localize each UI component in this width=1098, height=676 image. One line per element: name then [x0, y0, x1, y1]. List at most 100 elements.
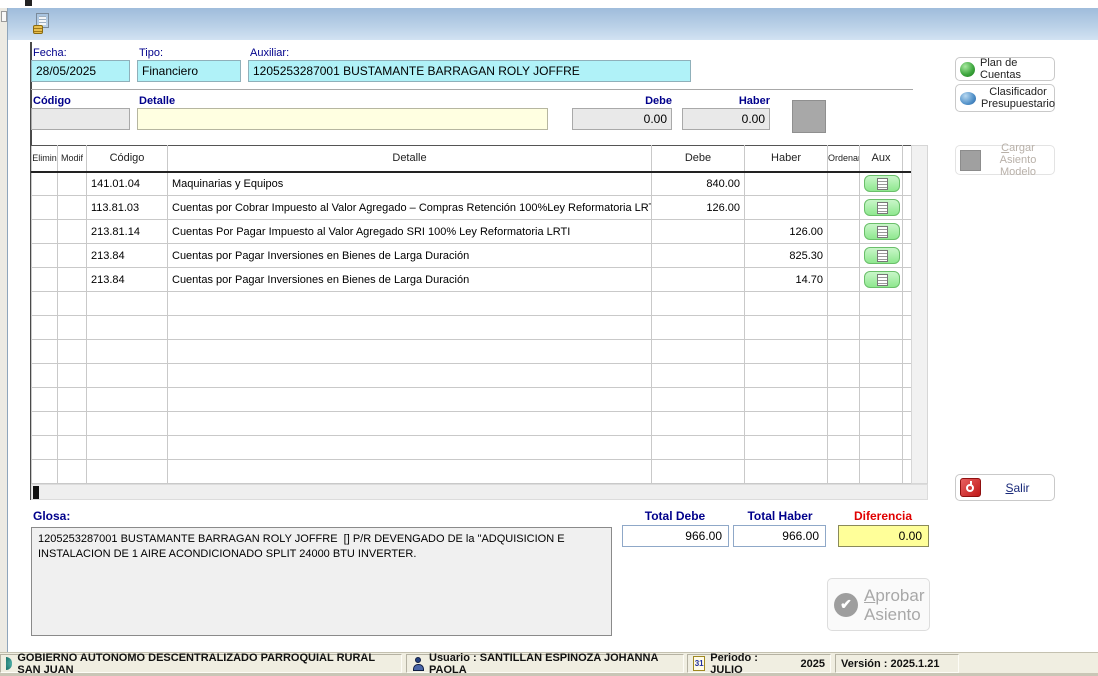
aux-document-button[interactable]	[864, 199, 900, 216]
cell-codigo[interactable]: 141.01.04	[87, 172, 168, 196]
table-row[interactable]: 141.01.04 Maquinarias y Equipos 840.00	[32, 172, 912, 196]
section-divider	[31, 89, 913, 90]
col-detalle: Detalle	[168, 146, 652, 172]
total-debe-label: Total Debe	[620, 509, 730, 523]
diferencia-field: 0.00	[838, 525, 929, 547]
empty-row[interactable]	[32, 316, 912, 340]
total-debe-field: 966.00	[622, 525, 729, 547]
debe-field: 0.00	[572, 108, 672, 130]
cell-detalle[interactable]: Maquinarias y Equipos	[168, 172, 652, 196]
document-icon	[877, 178, 888, 190]
auxiliar-field[interactable]: 1205253287001 BUSTAMANTE BARRAGAN ROLY J…	[248, 60, 691, 82]
empty-row[interactable]	[32, 364, 912, 388]
cell-debe[interactable]: 840.00	[652, 172, 745, 196]
statusbar-usuario: Usuario : SANTILLAN ESPINOZA JOHANNA PAO…	[406, 654, 684, 673]
cargar-asiento-modelo-button[interactable]: Cargar Asiento Modelo	[955, 145, 1055, 175]
cell-debe[interactable]: 126.00	[652, 196, 745, 220]
plan-de-cuentas-button[interactable]: Plan de Cuentas	[955, 57, 1055, 81]
grid-horizontal-scrollbar[interactable]	[31, 484, 928, 500]
cell-codigo[interactable]: 213.81.14	[87, 220, 168, 244]
debe-label: Debe	[572, 95, 672, 107]
calendar-icon: 31	[693, 656, 705, 671]
total-haber-field: 966.00	[733, 525, 826, 547]
cell-debe[interactable]	[652, 220, 745, 244]
blue-sphere-icon	[960, 92, 976, 105]
aux-document-button[interactable]	[864, 223, 900, 240]
empty-row[interactable]	[32, 460, 912, 484]
table-row[interactable]: 213.81.14 Cuentas Por Pagar Impuesto al …	[32, 220, 912, 244]
aprobar-label: Aprobar Asiento	[864, 586, 924, 624]
empty-row[interactable]	[32, 436, 912, 460]
grid-header-row: Elimin Modif Código Detalle Debe Haber O…	[32, 146, 912, 172]
aprobar-asiento-button[interactable]: ✔ Aprobar Asiento	[827, 578, 930, 631]
cell-haber[interactable]: 126.00	[745, 220, 828, 244]
cell-detalle[interactable]: Cuentas por Cobrar Impuesto al Valor Agr…	[168, 196, 652, 220]
document-icon	[877, 226, 888, 238]
glosa-label: Glosa:	[33, 509, 70, 523]
blank-gray-button[interactable]	[792, 100, 826, 133]
haber-label: Haber	[682, 95, 770, 107]
cell-detalle[interactable]: Cuentas por Pagar Inversiones en Bienes …	[168, 244, 652, 268]
table-row[interactable]: 213.84 Cuentas por Pagar Inversiones en …	[32, 268, 912, 292]
green-sphere-icon	[960, 62, 975, 77]
entries-grid: Elimin Modif Código Detalle Debe Haber O…	[31, 145, 912, 484]
empty-row[interactable]	[32, 388, 912, 412]
power-icon	[960, 478, 981, 497]
toolbar	[8, 8, 1098, 40]
aux-document-button[interactable]	[864, 247, 900, 264]
tipo-field[interactable]: Financiero	[137, 60, 241, 82]
plan-de-cuentas-label: Plan de Cuentas	[980, 57, 1050, 81]
empty-row[interactable]	[32, 340, 912, 364]
salir-label: Salir	[981, 481, 1054, 495]
tipo-label: Tipo:	[139, 47, 163, 59]
clasificador-presupuestario-button[interactable]: Clasificador Presupuestario	[955, 84, 1055, 112]
statusbar-version: Versión : 2025.1.21	[835, 654, 959, 673]
cell-detalle[interactable]: Cuentas por Pagar Inversiones en Bienes …	[168, 268, 652, 292]
cell-detalle[interactable]: Cuentas Por Pagar Impuesto al Valor Agre…	[168, 220, 652, 244]
cell-debe[interactable]	[652, 268, 745, 292]
col-haber: Haber	[745, 146, 828, 172]
document-icon	[877, 274, 888, 286]
cell-haber[interactable]	[745, 196, 828, 220]
statusbar-periodo: 31 Periodo : JULIO 2025	[687, 654, 831, 673]
fecha-label: Fecha:	[33, 47, 67, 59]
glosa-textarea[interactable]: 1205253287001 BUSTAMANTE BARRAGAN ROLY J…	[31, 527, 612, 636]
empty-row[interactable]	[32, 412, 912, 436]
col-debe: Debe	[652, 146, 745, 172]
user-icon	[412, 657, 424, 671]
cell-debe[interactable]	[652, 244, 745, 268]
total-haber-label: Total Haber	[725, 509, 835, 523]
table-row[interactable]: 213.84 Cuentas por Pagar Inversiones en …	[32, 244, 912, 268]
cell-codigo[interactable]: 213.84	[87, 244, 168, 268]
col-elimin: Elimin	[32, 146, 58, 172]
window-title-fragment	[25, 0, 32, 6]
detalle-label: Detalle	[139, 95, 175, 107]
diferencia-label: Diferencia	[828, 509, 938, 523]
aux-document-button[interactable]	[864, 175, 900, 192]
cell-codigo[interactable]: 213.84	[87, 268, 168, 292]
codigo-field	[31, 108, 130, 130]
empty-row[interactable]	[32, 292, 912, 316]
mdi-restore-box	[1, 11, 7, 22]
new-entry-document-coins-icon[interactable]	[33, 13, 55, 34]
cell-haber[interactable]	[745, 172, 828, 196]
globe-icon	[6, 657, 12, 670]
cell-haber[interactable]: 14.70	[745, 268, 828, 292]
record-pointer	[33, 486, 39, 499]
cell-haber[interactable]: 825.30	[745, 244, 828, 268]
codigo-label: Código	[33, 95, 71, 107]
table-row[interactable]: 113.81.03 Cuentas por Cobrar Impuesto al…	[32, 196, 912, 220]
aux-document-button[interactable]	[864, 271, 900, 288]
app-window: Fecha: 28/05/2025 Tipo: Financiero Auxil…	[0, 0, 1098, 676]
document-icon	[877, 250, 888, 262]
cell-codigo[interactable]: 113.81.03	[87, 196, 168, 220]
col-modif: Modif	[58, 146, 87, 172]
document-icon	[877, 202, 888, 214]
fecha-field[interactable]: 28/05/2025	[31, 60, 130, 82]
haber-field: 0.00	[682, 108, 770, 130]
salir-button[interactable]: Salir	[955, 474, 1055, 501]
status-bar: GOBIERNO AUTONOMO DESCENTRALIZADO PARROQ…	[0, 652, 1098, 673]
col-ordenar: Ordenar	[828, 146, 860, 172]
detalle-field[interactable]	[137, 108, 548, 130]
grid-vertical-scrollbar[interactable]	[911, 145, 928, 484]
